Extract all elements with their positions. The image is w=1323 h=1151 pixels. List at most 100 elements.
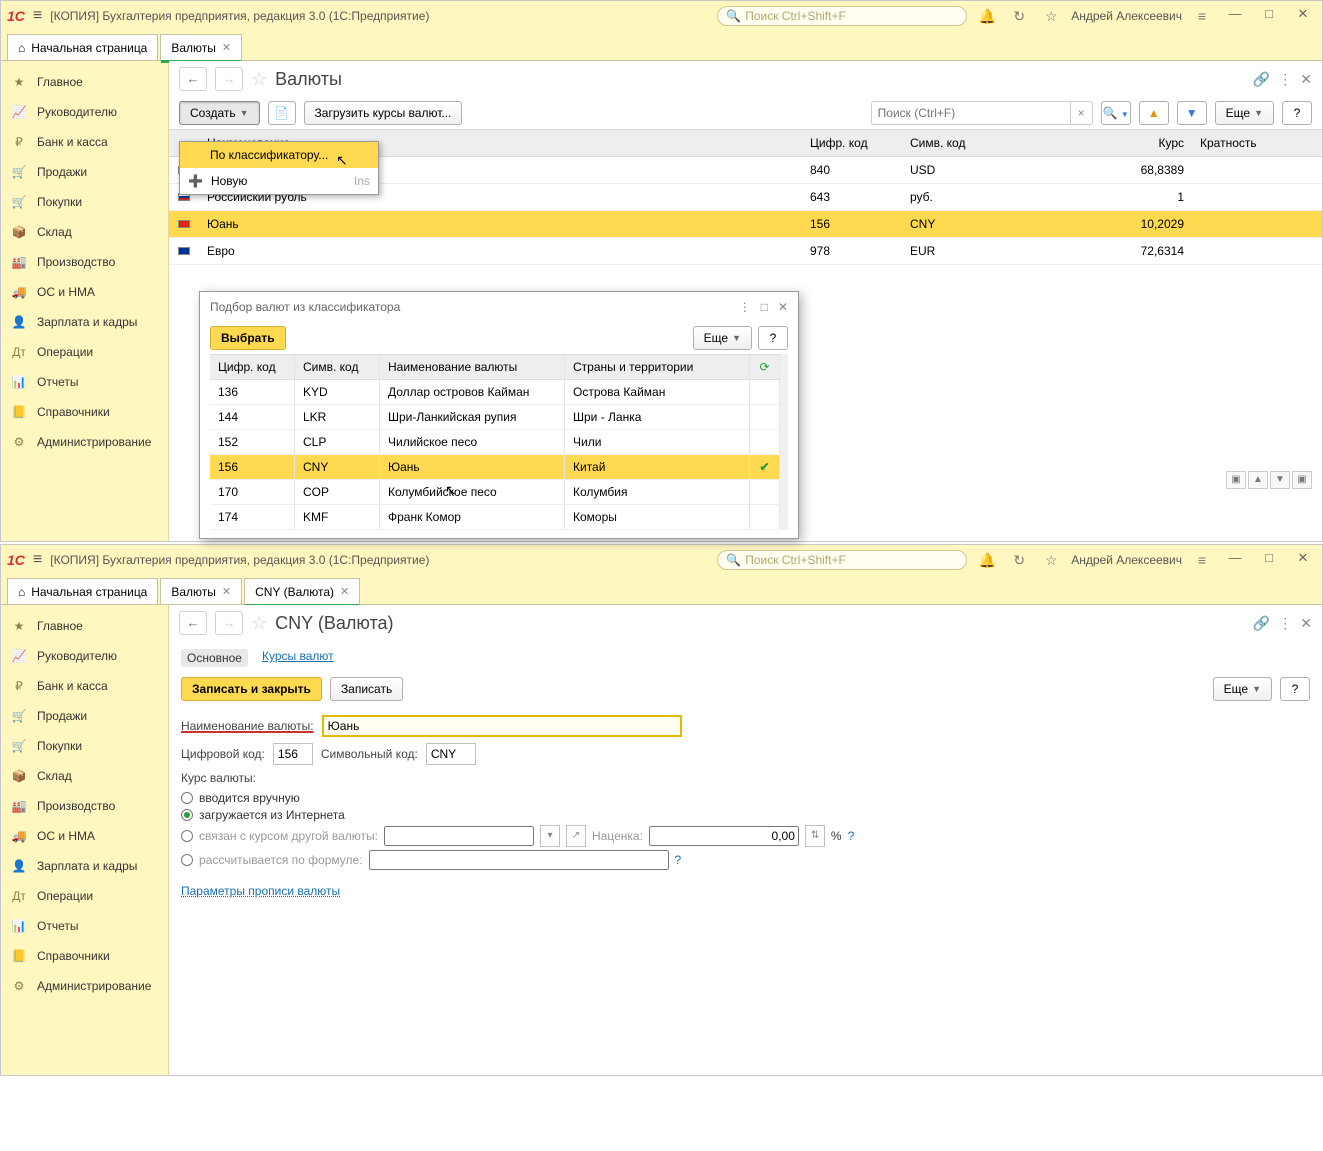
sidebar-item-assets[interactable]: 🚚ОС и НМА [1,821,168,851]
settings-icon[interactable]: ≡ [1190,8,1214,24]
spelling-params-link[interactable]: Параметры прописи валюты [181,884,340,898]
sidebar-item-salary[interactable]: 👤Зарплата и кадры [1,851,168,881]
select-button[interactable]: Выбрать [210,326,286,350]
scrollbar[interactable] [780,354,788,530]
sidebar-item-sales[interactable]: 🛒Продажи [1,157,168,187]
table-row[interactable]: 136KYDДоллар островов КайманОстрова Кайм… [210,380,780,405]
tab-cny[interactable]: CNY (Валюта) ✕ [244,578,360,604]
kebab-icon[interactable]: ⋮ [739,300,751,314]
search-input[interactable] [871,101,1071,125]
open-ref-button[interactable]: ↗ [566,825,586,847]
sidebar-item-ops[interactable]: ДтОперации [1,881,168,911]
nav-rates[interactable]: Курсы валют [262,649,334,667]
minimize-button[interactable]: — [1222,550,1248,570]
grid-nav-down[interactable]: ▼ [1270,471,1290,489]
detach-icon[interactable]: □ [761,300,768,314]
forward-button[interactable]: → [215,67,243,91]
formula-input[interactable] [369,850,669,870]
table-row-selected[interactable]: 156CNYЮаньКитай✔ [210,455,780,480]
close-icon[interactable]: ✕ [1300,615,1312,632]
radio-internet[interactable]: загружается из Интернета [181,808,1310,822]
grid-nav-first[interactable]: ▣ [1226,471,1246,489]
up-button[interactable]: ▲ [1139,101,1169,125]
user-name[interactable]: Андрей Алексеевич [1071,9,1182,23]
create-button[interactable]: Создать▼ [179,101,260,125]
history-icon[interactable]: ↻ [1007,552,1031,569]
back-button[interactable]: ← [179,611,207,635]
table-row[interactable]: 144LKRШри-Ланкийская рупияШри - Ланка [210,405,780,430]
name-input[interactable] [322,715,682,737]
sidebar-item-catalogs[interactable]: 📒Справочники [1,941,168,971]
sidebar-item-reports[interactable]: 📊Отчеты [1,911,168,941]
sidebar-item-admin[interactable]: ⚙Администрирование [1,971,168,1001]
table-row[interactable]: 170COPКолумбийское песоКолумбия [210,480,780,505]
global-search[interactable]: 🔍 Поиск Ctrl+Shift+F [717,550,967,570]
sidebar-item-bank[interactable]: ₽Банк и касса [1,671,168,701]
maximize-button[interactable]: □ [1256,6,1282,26]
linked-currency-input[interactable] [384,826,534,846]
help-icon[interactable]: ? [848,829,855,843]
help-button[interactable]: ? [1282,101,1312,125]
sidebar-item-salary[interactable]: 👤Зарплата и кадры [1,307,168,337]
link-icon[interactable]: 🔗 [1253,615,1270,632]
kebab-icon[interactable]: ⋮ [1278,71,1292,88]
more-button[interactable]: Еще▼ [1213,677,1272,701]
kebab-icon[interactable]: ⋮ [1278,615,1292,632]
dialog-more-button[interactable]: Еще▼ [693,326,752,350]
copy-button[interactable]: 📄 [268,101,296,125]
radio-linked[interactable]: связан с курсом другой валюты: ▾ ↗ Нацен… [181,825,1310,847]
grid-nav-last[interactable]: ▣ [1292,471,1312,489]
user-name[interactable]: Андрей Алексеевич [1071,553,1182,567]
close-icon[interactable]: ✕ [1300,71,1312,88]
grid-nav-up[interactable]: ▲ [1248,471,1268,489]
save-button[interactable]: Записать [330,677,403,701]
sidebar-item-buy[interactable]: 🛒Покупки [1,731,168,761]
favorite-icon[interactable]: ☆ [251,69,267,90]
sidebar-item-catalogs[interactable]: 📒Справочники [1,397,168,427]
radio-manual[interactable]: вводится вручную [181,791,1310,805]
sidebar-item-main[interactable]: ★Главное [1,67,168,97]
dd-new[interactable]: ➕ Новую Ins [180,168,378,194]
sidebar-item-manager[interactable]: 📈Руководителю [1,641,168,671]
maximize-button[interactable]: □ [1256,550,1282,570]
sidebar-item-sales[interactable]: 🛒Продажи [1,701,168,731]
history-icon[interactable]: ↻ [1007,8,1031,25]
table-row[interactable]: Евро 978 EUR 72,6314 [169,238,1322,265]
sidebar-item-prod[interactable]: 🏭Производство [1,247,168,277]
minimize-button[interactable]: — [1222,6,1248,26]
close-button[interactable]: ✕ [1290,550,1316,570]
find-button[interactable]: 🔍 ▼ [1101,101,1131,125]
sidebar-item-bank[interactable]: ₽Банк и касса [1,127,168,157]
refresh-icon[interactable]: ⟳ [750,355,780,379]
star-icon[interactable]: ☆ [1039,552,1063,569]
sidebar-item-stock[interactable]: 📦Склад [1,761,168,791]
close-icon[interactable]: ✕ [778,300,788,314]
more-button[interactable]: Еще▼ [1215,101,1274,125]
tab-home[interactable]: ⌂ Начальная страница [7,578,158,604]
dialog-help-button[interactable]: ? [758,326,788,350]
main-menu-icon[interactable]: ≡ [33,7,42,25]
main-menu-icon[interactable]: ≡ [33,551,42,569]
global-search[interactable]: 🔍 Поиск Ctrl+Shift+F [717,6,967,26]
help-button[interactable]: ? [1280,677,1310,701]
table-row[interactable]: 152CLPЧилийское песоЧили [210,430,780,455]
down-button[interactable]: ▼ [1177,101,1207,125]
table-row[interactable]: 174KMFФранк КоморКоморы [210,505,780,530]
bell-icon[interactable]: 🔔 [975,8,999,25]
clear-search-button[interactable]: × [1071,101,1093,125]
sidebar-item-prod[interactable]: 🏭Производство [1,791,168,821]
sidebar-item-stock[interactable]: 📦Склад [1,217,168,247]
tab-currencies[interactable]: Валюты ✕ [160,34,242,60]
spinner-icon[interactable]: ⇅ [805,825,825,847]
close-icon[interactable]: ✕ [222,41,231,54]
forward-button[interactable]: → [215,611,243,635]
close-icon[interactable]: ✕ [222,585,231,598]
sidebar-item-manager[interactable]: 📈Руководителю [1,97,168,127]
nav-main[interactable]: Основное [181,649,248,667]
close-button[interactable]: ✕ [1290,6,1316,26]
sidebar-item-main[interactable]: ★Главное [1,611,168,641]
markup-input[interactable] [649,826,799,846]
link-icon[interactable]: 🔗 [1253,71,1270,88]
tab-home[interactable]: ⌂ Начальная страница [7,34,158,60]
sym-input[interactable] [426,743,476,765]
